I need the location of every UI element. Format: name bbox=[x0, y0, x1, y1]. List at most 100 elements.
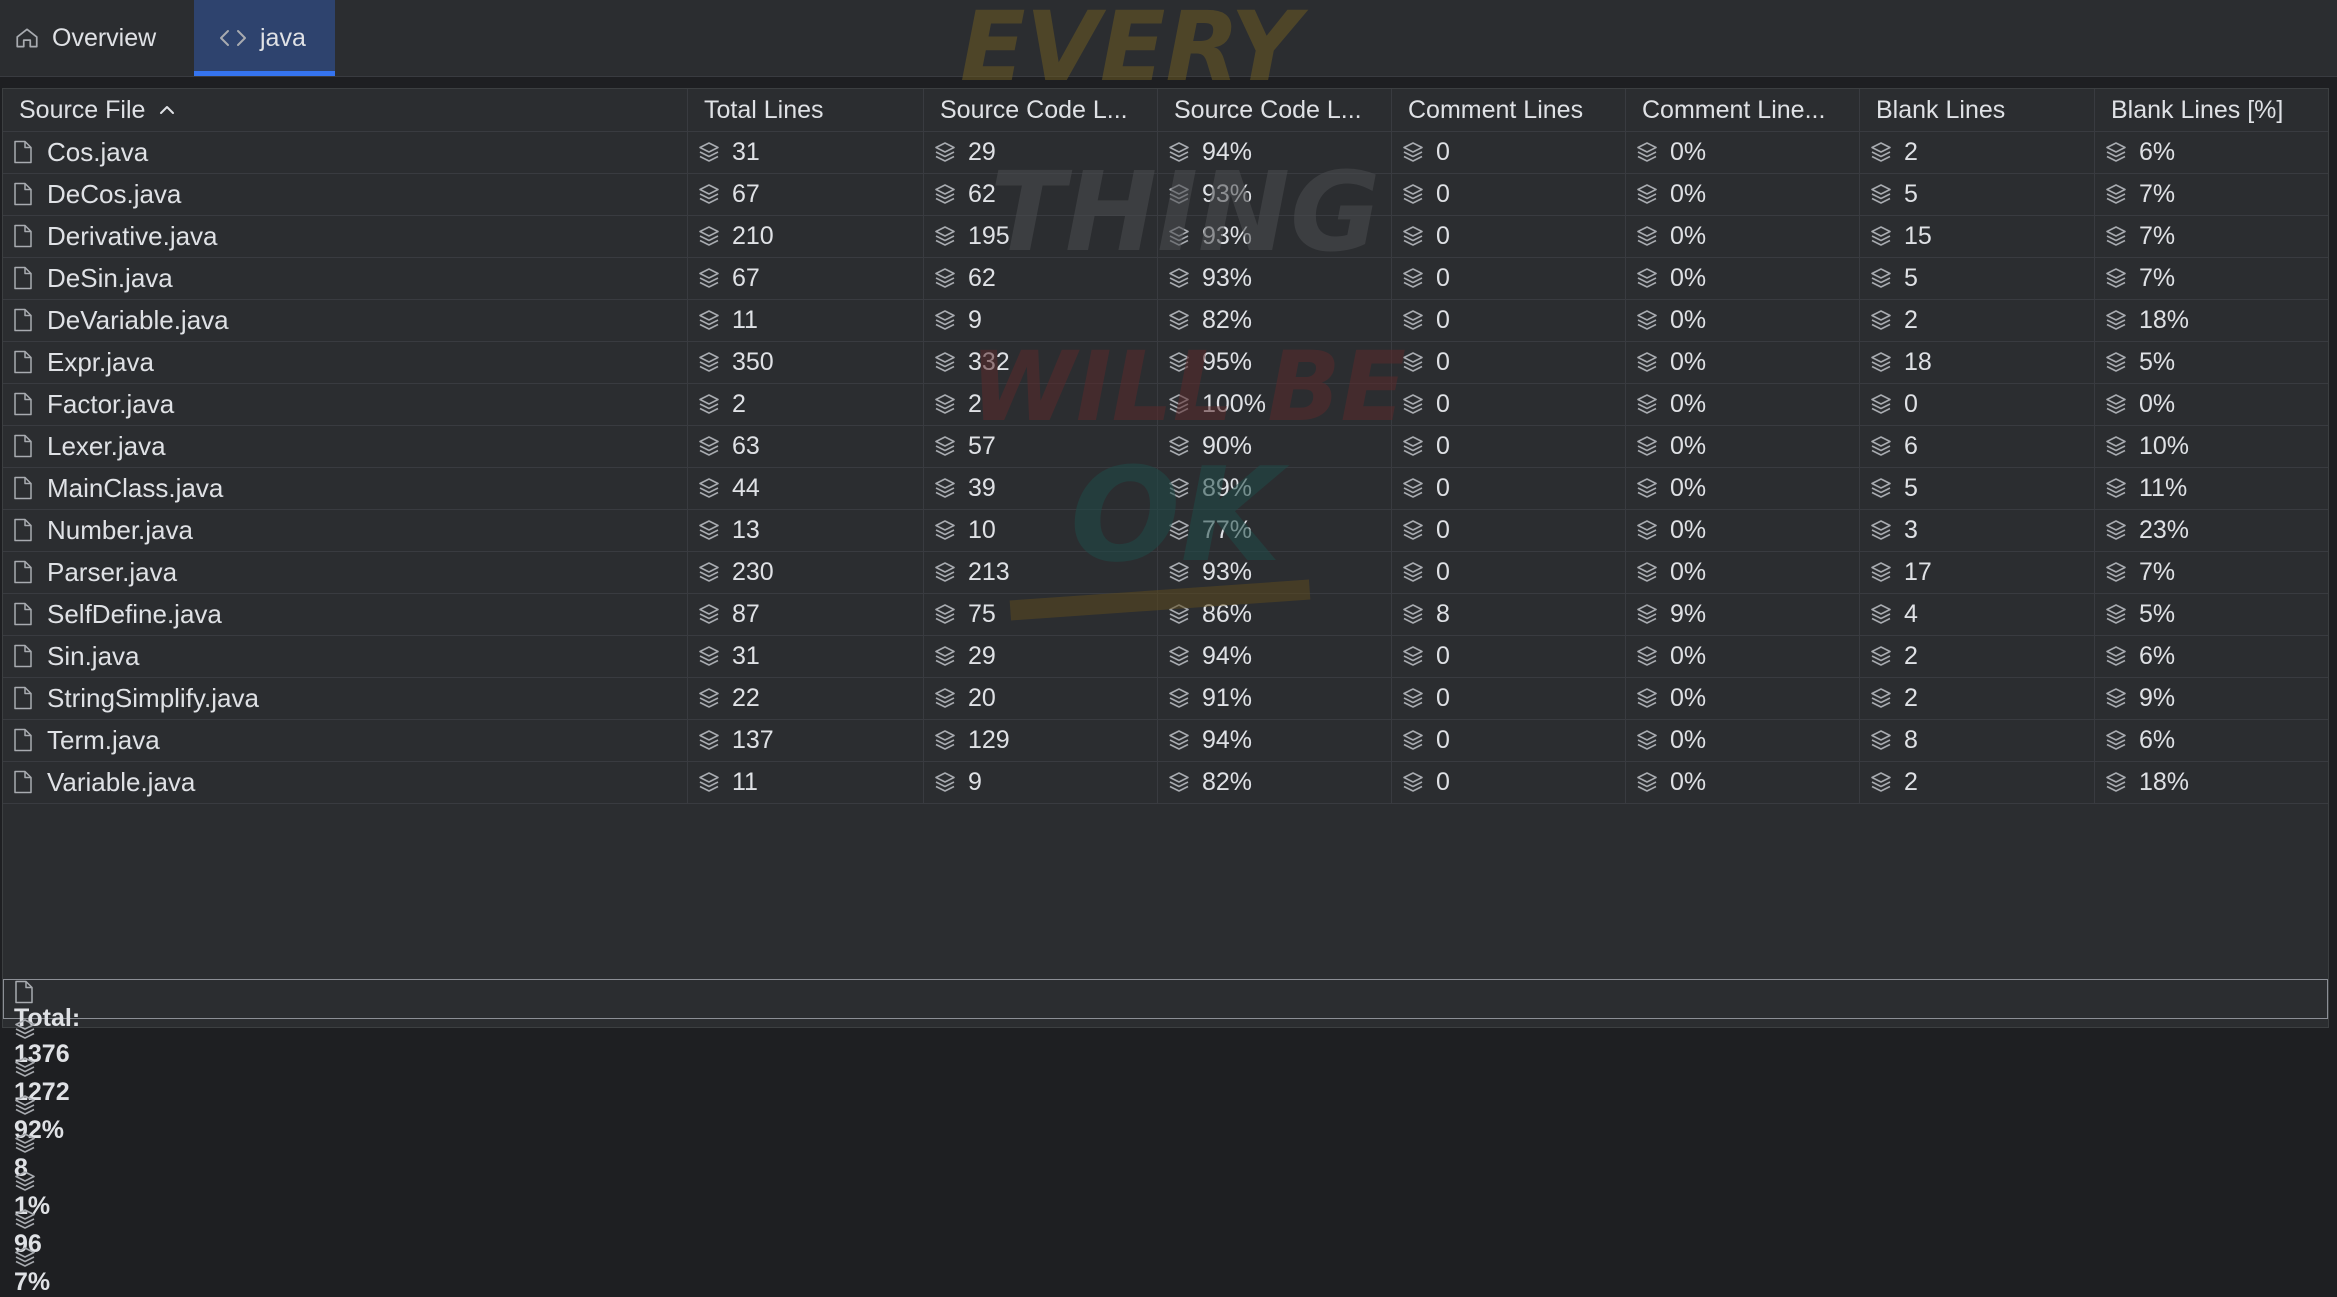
layers-icon bbox=[698, 351, 720, 373]
metric-value: 195 bbox=[968, 221, 1010, 250]
metric-value: 2 bbox=[1904, 683, 1918, 712]
metric-cell: 0% bbox=[1626, 719, 1860, 761]
table-row[interactable]: MainClass.java 44 39 89% 0 0% 5 11% bbox=[3, 467, 2328, 510]
metric-value: 0 bbox=[1436, 263, 1450, 292]
metric-value: 5% bbox=[2139, 599, 2176, 628]
layers-icon bbox=[1870, 519, 1892, 541]
column-header-2[interactable]: Source Code L... bbox=[924, 89, 1158, 131]
metric-cell: 20 bbox=[924, 677, 1158, 719]
file-cell[interactable]: Number.java bbox=[3, 509, 688, 551]
total-label-cell: Total: bbox=[4, 980, 699, 1032]
table-row[interactable]: Sin.java 31 29 94% 0 0% 2 6% bbox=[3, 635, 2328, 678]
file-cell[interactable]: Derivative.java bbox=[3, 215, 688, 257]
file-cell[interactable]: Expr.java bbox=[3, 341, 688, 383]
file-cell[interactable]: Cos.java bbox=[3, 131, 688, 173]
metric-value: 6 bbox=[1904, 431, 1918, 460]
metric-value: 91% bbox=[1202, 683, 1253, 712]
tab-java[interactable]: java bbox=[194, 0, 335, 76]
metric-cell: 0 bbox=[1860, 383, 2095, 425]
table-row[interactable]: StringSimplify.java 22 20 91% 0 0% 2 9% bbox=[3, 677, 2328, 720]
column-header-3[interactable]: Source Code L... bbox=[1158, 89, 1392, 131]
layers-icon bbox=[2105, 519, 2127, 541]
table-row[interactable]: Parser.java 230 213 93% 0 0% 17 7% bbox=[3, 551, 2328, 594]
metric-cell: 11 bbox=[688, 299, 924, 341]
table-row[interactable]: DeVariable.java 11 9 82% 0 0% 2 18% bbox=[3, 299, 2328, 342]
layers-icon bbox=[698, 309, 720, 331]
metric-value: 7% bbox=[2139, 221, 2176, 250]
file-cell[interactable]: Sin.java bbox=[3, 635, 688, 677]
metric-cell: 93% bbox=[1158, 551, 1392, 593]
metric-value: 0 bbox=[1436, 305, 1450, 334]
sort-ascending-icon[interactable] bbox=[159, 104, 175, 116]
metric-value: 7% bbox=[2139, 263, 2176, 292]
table-row[interactable]: Lexer.java 63 57 90% 0 0% 6 10% bbox=[3, 425, 2328, 468]
table-row[interactable]: Cos.java 31 29 94% 0 0% 2 6% bbox=[3, 131, 2328, 174]
metric-cell: 22 bbox=[688, 677, 924, 719]
layers-icon bbox=[1402, 603, 1424, 625]
table-row[interactable]: SelfDefine.java 87 75 86% 8 9% 4 5% bbox=[3, 593, 2328, 636]
file-name: SelfDefine.java bbox=[47, 598, 222, 629]
metric-cell: 0% bbox=[1626, 257, 1860, 299]
tab-label: Overview bbox=[52, 23, 157, 52]
file-cell[interactable]: StringSimplify.java bbox=[3, 677, 688, 719]
layers-icon bbox=[1636, 309, 1658, 331]
metric-cell: 18 bbox=[1860, 341, 2095, 383]
file-cell[interactable]: DeSin.java bbox=[3, 257, 688, 299]
layers-icon bbox=[698, 771, 720, 793]
layers-icon bbox=[2105, 687, 2127, 709]
table-row[interactable]: Variable.java 11 9 82% 0 0% 2 18% bbox=[3, 761, 2328, 804]
metric-cell: 86% bbox=[1158, 593, 1392, 635]
file-name: Derivative.java bbox=[47, 220, 218, 251]
table-row[interactable]: DeCos.java 67 62 93% 0 0% 5 7% bbox=[3, 173, 2328, 216]
metric-value: 44 bbox=[732, 473, 760, 502]
layers-icon bbox=[1168, 267, 1190, 289]
layers-icon bbox=[1636, 393, 1658, 415]
metric-value: 0 bbox=[1436, 515, 1450, 544]
total-row[interactable]: Total: 1376 1272 92% 8 1% 96 7% bbox=[3, 979, 2328, 1296]
file-cell[interactable]: DeCos.java bbox=[3, 173, 688, 215]
table-row[interactable]: Expr.java 350 332 95% 0 0% 18 5% bbox=[3, 341, 2328, 384]
file-cell[interactable]: Factor.java bbox=[3, 383, 688, 425]
layers-icon bbox=[1168, 141, 1190, 163]
column-header-0[interactable]: Source File bbox=[3, 89, 688, 131]
metric-value: 87 bbox=[732, 599, 760, 628]
metric-value: 82% bbox=[1202, 767, 1253, 796]
metric-value: 94% bbox=[1202, 725, 1253, 754]
layers-icon bbox=[698, 645, 720, 667]
table-row[interactable]: DeSin.java 67 62 93% 0 0% 5 7% bbox=[3, 257, 2328, 300]
column-header-7[interactable]: Blank Lines [%] bbox=[2095, 89, 2328, 131]
file-cell[interactable]: Parser.java bbox=[3, 551, 688, 593]
layers-icon bbox=[1168, 351, 1190, 373]
file-cell[interactable]: MainClass.java bbox=[3, 467, 688, 509]
tab-overview[interactable]: Overview bbox=[0, 0, 190, 76]
total-metric-cell: 1% bbox=[4, 1170, 248, 1220]
metric-value: 57 bbox=[968, 431, 996, 460]
layers-icon bbox=[698, 477, 720, 499]
metric-cell: 39 bbox=[924, 467, 1158, 509]
table-row[interactable]: Term.java 137 129 94% 0 0% 8 6% bbox=[3, 719, 2328, 762]
table-row[interactable]: Factor.java 2 2 100% 0 0% 0 0% bbox=[3, 383, 2328, 426]
metric-value: 3 bbox=[1904, 515, 1918, 544]
metric-value: 0% bbox=[1670, 179, 1707, 208]
table-row[interactable]: Number.java 13 10 77% 0 0% 3 23% bbox=[3, 509, 2328, 552]
table-row[interactable]: Derivative.java 210 195 93% 0 0% 15 7% bbox=[3, 215, 2328, 258]
file-cell[interactable]: DeVariable.java bbox=[3, 299, 688, 341]
column-header-5[interactable]: Comment Line... bbox=[1626, 89, 1860, 131]
file-cell[interactable]: Lexer.java bbox=[3, 425, 688, 467]
metric-cell: 63 bbox=[688, 425, 924, 467]
metric-value: 8 bbox=[1436, 599, 1450, 628]
layers-icon bbox=[2105, 309, 2127, 331]
metric-value: 0% bbox=[2139, 389, 2176, 418]
layers-icon bbox=[2105, 267, 2127, 289]
column-header-6[interactable]: Blank Lines bbox=[1860, 89, 2095, 131]
file-cell[interactable]: Term.java bbox=[3, 719, 688, 761]
file-cell[interactable]: Variable.java bbox=[3, 761, 688, 803]
column-header-1[interactable]: Total Lines bbox=[688, 89, 924, 131]
column-header-4[interactable]: Comment Lines bbox=[1392, 89, 1626, 131]
metric-cell: 95% bbox=[1158, 341, 1392, 383]
file-cell[interactable]: SelfDefine.java bbox=[3, 593, 688, 635]
metric-value: 86% bbox=[1202, 599, 1253, 628]
metric-value: 2 bbox=[1904, 305, 1918, 334]
metric-value: 9 bbox=[968, 767, 982, 796]
metric-cell: 0 bbox=[1392, 131, 1626, 173]
